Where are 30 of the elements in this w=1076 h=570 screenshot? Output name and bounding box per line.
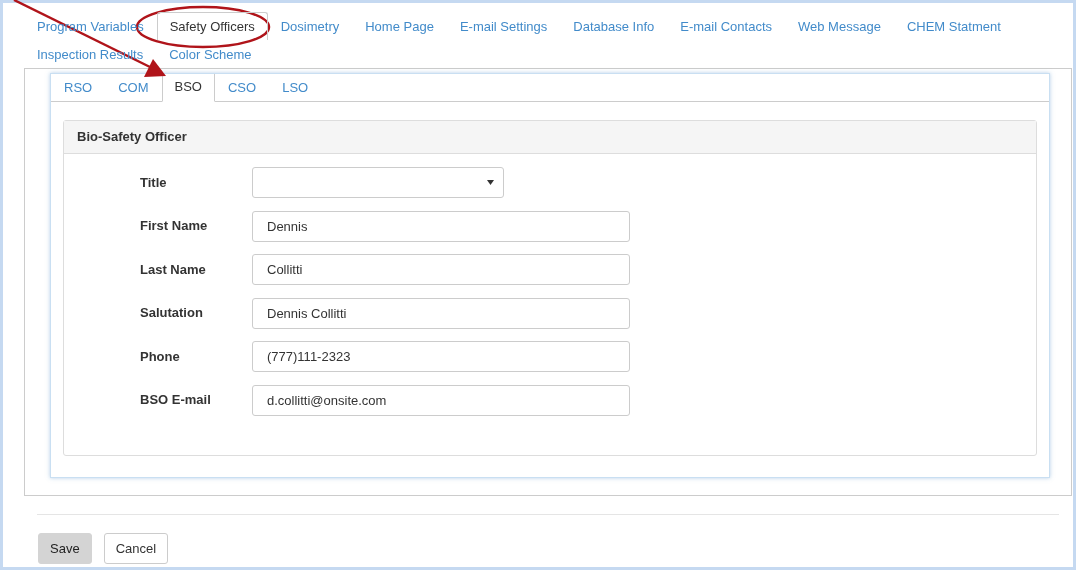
officer-tab[interactable]: COM bbox=[105, 74, 162, 102]
field-label: Title bbox=[140, 173, 168, 192]
nav-tab[interactable]: CHEM Statment bbox=[893, 12, 1014, 40]
panel-title: Bio-Safety Officer bbox=[64, 121, 1036, 154]
field-label: First Name bbox=[140, 217, 209, 236]
save-button[interactable]: Save bbox=[38, 533, 92, 564]
nav-tab[interactable]: E-mail Contacts bbox=[667, 12, 785, 40]
officer-tab[interactable]: BSO bbox=[161, 74, 215, 102]
input-field[interactable]: Dennis Collitti bbox=[252, 297, 630, 329]
input-field[interactable]: Dennis bbox=[252, 210, 630, 242]
field-label: BSO E-mail bbox=[140, 391, 212, 410]
nav-tab[interactable]: Color Scheme bbox=[156, 40, 265, 68]
field-label: Phone bbox=[140, 347, 181, 366]
input-field[interactable]: d.collitti@onsite.com bbox=[252, 384, 630, 416]
title-dropdown[interactable] bbox=[252, 167, 504, 198]
nav-tab[interactable]: E-mail Settings bbox=[446, 12, 561, 40]
field-label: Last Name bbox=[140, 260, 207, 279]
nav-tab[interactable]: Home Page bbox=[352, 12, 447, 40]
nav-tab[interactable]: Dosimetry bbox=[267, 12, 353, 40]
input-field[interactable]: Collitti bbox=[252, 254, 630, 285]
nav-tab[interactable]: Database Info bbox=[560, 12, 668, 40]
input-field[interactable]: (777)111-2323 bbox=[252, 341, 630, 372]
officer-tab[interactable]: RSO bbox=[51, 74, 106, 102]
nav-tab[interactable]: Safety Officers bbox=[156, 12, 268, 40]
officer-tab[interactable]: LSO bbox=[269, 74, 322, 102]
field-label: Salutation bbox=[140, 304, 204, 323]
dropdown-arrow-icon bbox=[487, 180, 494, 185]
officer-tab[interactable]: CSO bbox=[215, 74, 270, 102]
cancel-button[interactable]: Cancel bbox=[103, 533, 169, 564]
nav-tab[interactable]: Web Message bbox=[785, 12, 894, 40]
